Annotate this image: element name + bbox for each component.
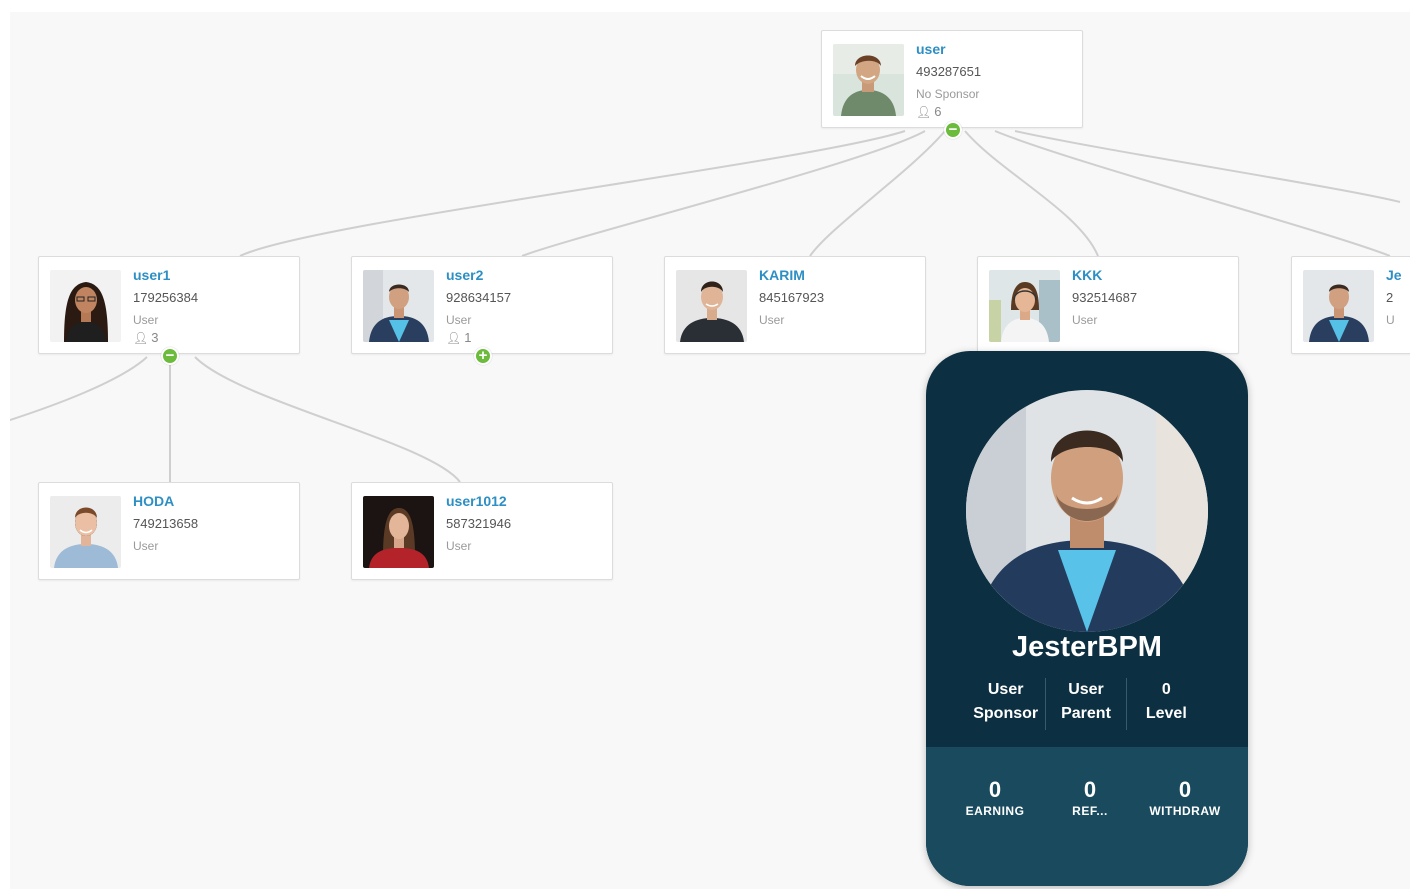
node-name[interactable]: user1: [133, 267, 170, 283]
node-role: User: [1072, 313, 1098, 327]
collapse-toggle-icon[interactable]: −: [944, 121, 962, 139]
avatar: [989, 270, 1060, 342]
tree-node-hoda[interactable]: HODA 749213658 User: [38, 482, 300, 580]
stat-label: Level: [1145, 705, 1187, 722]
node-children-count: 👤︎ 1: [446, 330, 471, 345]
avatar: [50, 496, 121, 568]
metric-label: EARNING: [965, 804, 1025, 818]
collapse-toggle-icon[interactable]: −: [161, 347, 179, 365]
tree-node-jesterbpm[interactable]: Je 2 U: [1291, 256, 1410, 354]
person-icon: 👤︎: [446, 331, 462, 345]
profile-metrics-panel: 0 EARNING 0 REF... 0 WITHDRAW: [926, 747, 1248, 886]
node-name[interactable]: KARIM: [759, 267, 805, 283]
node-name[interactable]: user1012: [446, 493, 507, 509]
node-children-count: 👤︎ 3: [133, 330, 158, 345]
profile-photo: [966, 390, 1208, 632]
tree-node-user1[interactable]: user1 179256384 User 👤︎ 3: [38, 256, 300, 354]
tree-node-user1012[interactable]: user1012 587321946 User: [351, 482, 613, 580]
metric-referrals: 0 REF...: [1045, 777, 1135, 819]
node-id: 845167923: [759, 290, 825, 305]
avatar: [833, 44, 904, 116]
profile-stats: User Sponsor User Parent 0 Level: [966, 678, 1206, 730]
children-count-value: 3: [151, 330, 159, 345]
stat-label: Sponsor: [973, 705, 1039, 722]
avatar: [676, 270, 747, 342]
node-role: U: [1386, 313, 1395, 327]
node-id: 749213658: [133, 516, 199, 531]
stat-sponsor: User Sponsor: [966, 678, 1045, 730]
metric-label: WITHDRAW: [1149, 804, 1221, 818]
tree-node-kkk[interactable]: KKK 932514687 User: [977, 256, 1239, 354]
children-count-value: 1: [464, 330, 472, 345]
metric-value: 0: [1083, 777, 1097, 802]
node-role: No Sponsor: [916, 87, 980, 101]
org-tree-canvas[interactable]: user 493287651 No Sponsor 👤︎ 6 − user1 17…: [10, 12, 1410, 889]
node-role: User: [133, 313, 159, 327]
node-name[interactable]: KKK: [1072, 267, 1102, 283]
person-icon: 👤︎: [133, 331, 149, 345]
metric-value: 0: [988, 777, 1002, 802]
avatar: [1303, 270, 1374, 342]
node-name[interactable]: Je: [1386, 267, 1402, 283]
stat-value: 0: [1161, 681, 1171, 698]
metric-earning: 0 EARNING: [950, 777, 1040, 819]
node-id: 2: [1386, 290, 1394, 305]
metric-withdraw: 0 WITHDRAW: [1140, 777, 1230, 819]
stat-label: Parent: [1061, 705, 1111, 722]
node-id: 493287651: [916, 64, 982, 79]
stat-value: User: [987, 681, 1024, 698]
expand-toggle-icon[interactable]: +: [474, 347, 492, 365]
profile-name: JesterBPM: [1012, 631, 1162, 663]
node-role: User: [446, 539, 472, 553]
tree-node-user2[interactable]: user2 928634157 User 👤︎ 1: [351, 256, 613, 354]
node-name[interactable]: user2: [446, 267, 483, 283]
avatar: [50, 270, 121, 342]
avatar: [363, 270, 434, 342]
metric-value: 0: [1178, 777, 1192, 802]
stat-value: User: [1068, 681, 1104, 698]
node-id: 928634157: [446, 290, 512, 305]
node-id: 587321946: [446, 516, 512, 531]
node-name[interactable]: HODA: [133, 493, 174, 509]
node-role: User: [759, 313, 785, 327]
node-name[interactable]: user: [916, 41, 946, 57]
node-children-count: 👤︎ 6: [916, 104, 941, 119]
node-id: 179256384: [133, 290, 199, 305]
tree-node-karim[interactable]: KARIM 845167923 User: [664, 256, 926, 354]
node-id: 932514687: [1072, 290, 1138, 305]
stat-parent: User Parent: [1045, 678, 1125, 730]
person-icon: 👤︎: [916, 105, 932, 119]
children-count-value: 6: [934, 104, 942, 119]
node-role: User: [446, 313, 472, 327]
tree-node-root[interactable]: user 493287651 No Sponsor 👤︎ 6: [821, 30, 1083, 128]
node-role: User: [133, 539, 159, 553]
avatar: [363, 496, 434, 568]
profile-popup-card: JesterBPM User Sponsor User Parent 0 Lev…: [926, 351, 1248, 886]
stat-level: 0 Level: [1125, 678, 1206, 730]
metric-label: REF...: [1072, 804, 1108, 818]
